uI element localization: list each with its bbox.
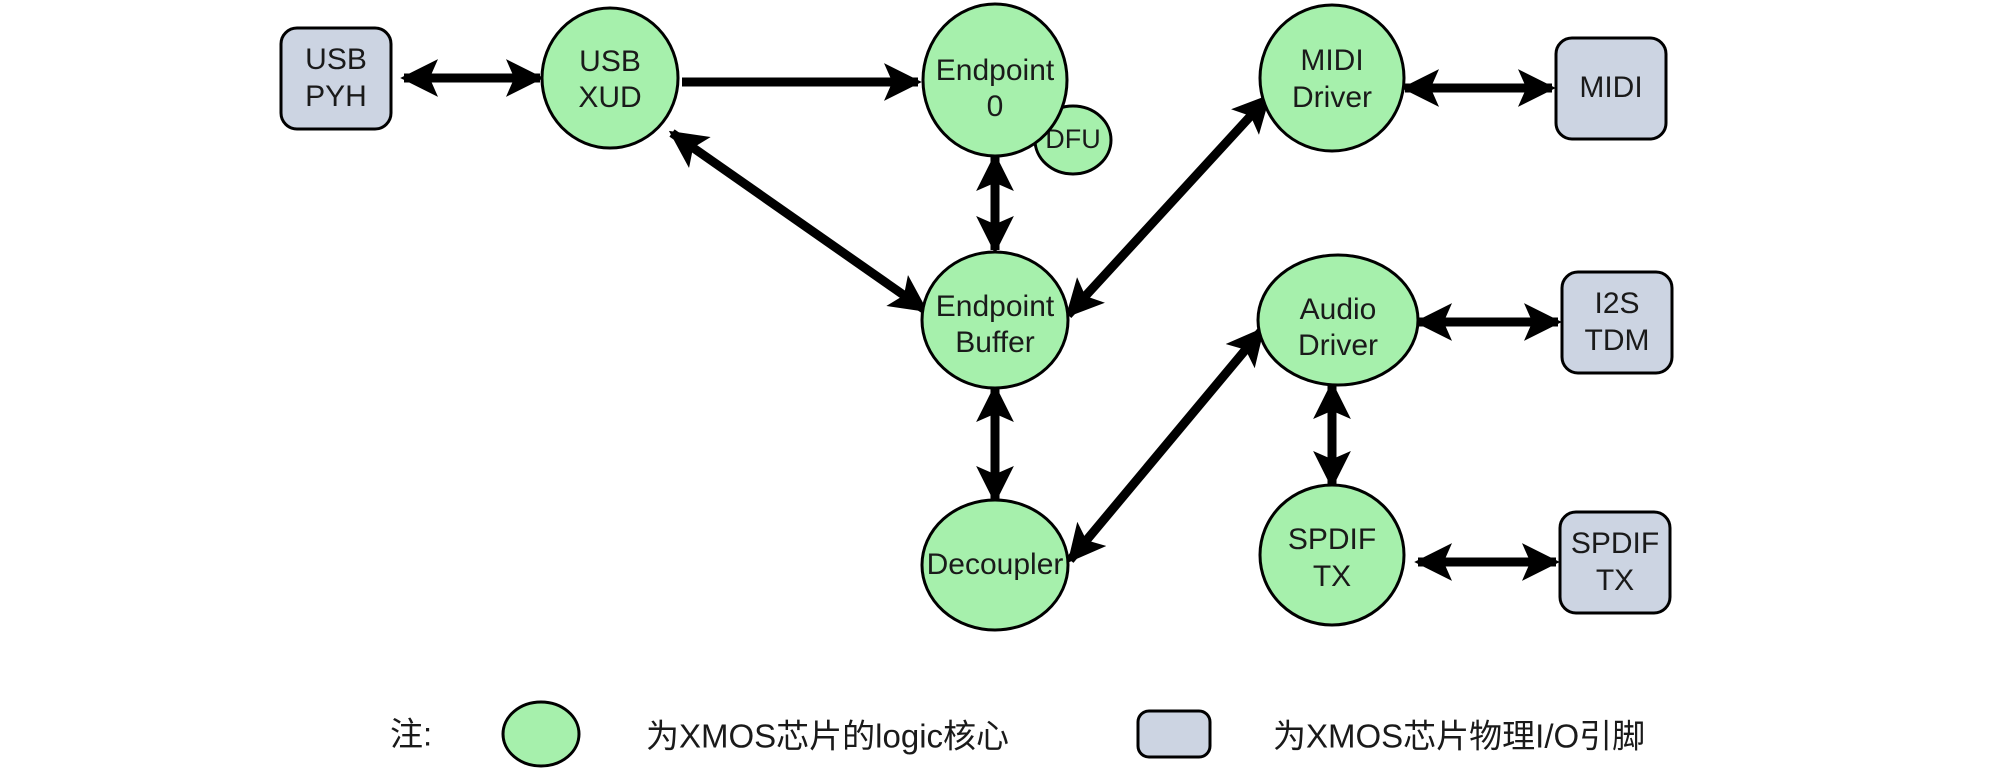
- edge-decoupler-audio-driver: [1066, 327, 1266, 563]
- usb-xud-shape[interactable]: [540, 6, 680, 150]
- legend: 注: 为XMOS芯片的logic核心 为XMOS芯片物理I/O引脚: [390, 700, 1645, 768]
- node-decoupler[interactable]: Decoupler: [920, 498, 1070, 632]
- node-midi-driver[interactable]: MIDI Driver: [1258, 3, 1406, 153]
- decoupler-shape[interactable]: [920, 498, 1070, 632]
- endpoint-buffer-shape[interactable]: [920, 250, 1070, 390]
- node-spdif-tx-core[interactable]: SPDIF TX: [1258, 483, 1406, 627]
- node-layer: USB PYH USB XUD DFU Endpoint 0 MIDI Driv…: [279, 2, 1674, 632]
- diagram-canvas: USB PYH USB XUD DFU Endpoint 0 MIDI Driv…: [0, 0, 2002, 784]
- legend-green-circle-icon: [501, 700, 581, 768]
- endpoint0-shape[interactable]: [921, 2, 1069, 158]
- legend-note-label: 注:: [390, 716, 432, 753]
- node-usb-xud[interactable]: USB XUD: [540, 6, 680, 150]
- midi-io-shape[interactable]: [1554, 36, 1668, 141]
- midi-driver-shape[interactable]: [1258, 3, 1406, 153]
- node-audio-driver[interactable]: Audio Driver: [1256, 253, 1420, 387]
- legend-gray-rect-icon: [1136, 709, 1212, 759]
- node-midi-io[interactable]: MIDI: [1554, 36, 1668, 141]
- usb-phy-shape[interactable]: [279, 26, 393, 131]
- node-usb-phy[interactable]: USB PYH: [279, 26, 393, 131]
- node-i2s-tdm[interactable]: I2S TDM: [1560, 270, 1674, 375]
- spdif-tx-io-shape[interactable]: [1558, 510, 1672, 615]
- spdif-tx-core-shape[interactable]: [1258, 483, 1406, 627]
- edge-usb-xud-endpoint-buffer: [668, 129, 929, 314]
- node-spdif-tx-io[interactable]: SPDIF TX: [1558, 510, 1672, 615]
- legend-logic-core-text: 为XMOS芯片的logic核心: [646, 718, 1009, 755]
- node-endpoint0[interactable]: Endpoint 0: [921, 2, 1069, 158]
- audio-driver-shape[interactable]: [1256, 253, 1420, 387]
- legend-io-pin-text: 为XMOS芯片物理I/O引脚: [1273, 718, 1645, 755]
- node-endpoint-buffer[interactable]: Endpoint Buffer: [920, 250, 1070, 390]
- architecture-diagram: USB PYH USB XUD DFU Endpoint 0 MIDI Driv…: [279, 2, 1674, 768]
- i2s-tdm-shape[interactable]: [1560, 270, 1674, 375]
